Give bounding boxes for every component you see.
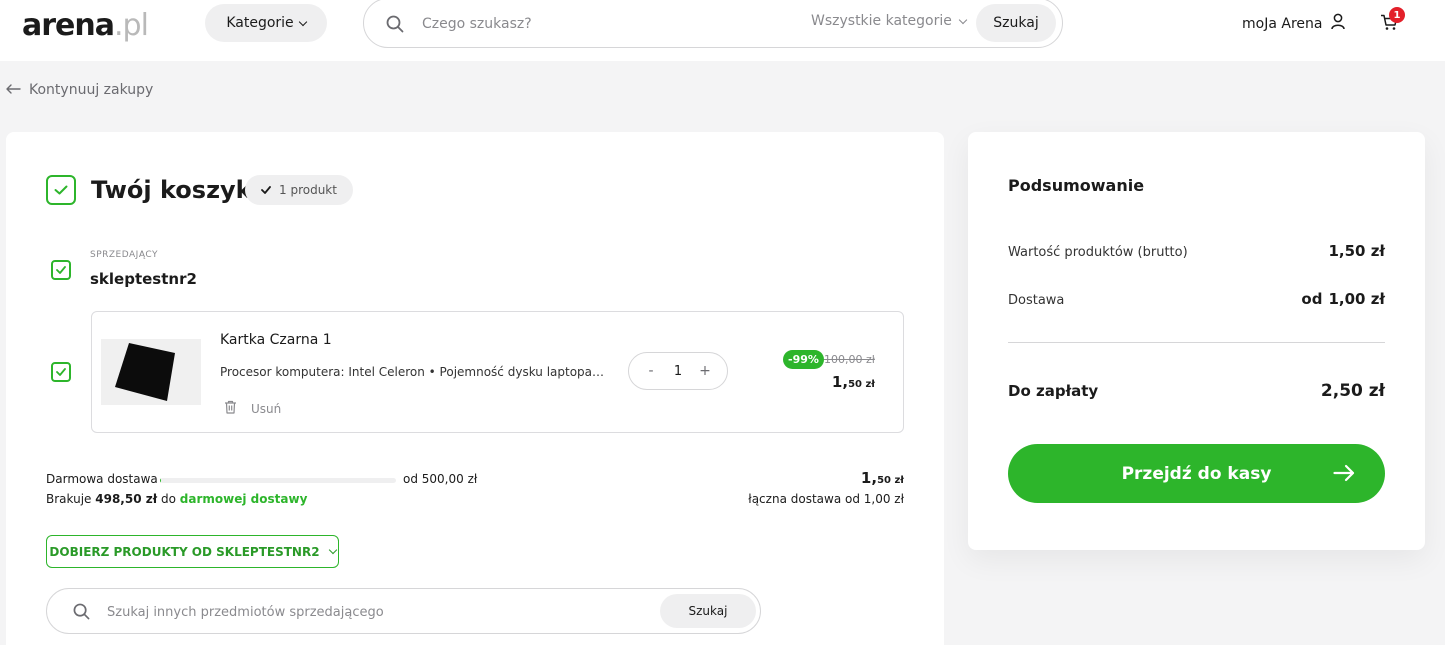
chevron-down-icon [958,15,968,24]
products-value: 1,50 zł [1328,242,1385,260]
missing-prefix: Brakuje [46,492,92,506]
categories-label: Kategorie [226,15,294,31]
seller-total-integer: 1, [860,469,878,487]
account-label: moJa Arena [1242,15,1323,32]
summary-divider [1008,342,1385,343]
price-decimal: 50 zł [848,379,875,390]
delivery-value: od 1,00 zł [1301,290,1385,308]
search-bar: Wszystkie kategorie Szukaj [363,0,1063,48]
select-all-checkbox[interactable] [46,175,76,205]
missing-amount-text: Brakuje 498,50 zł do darmowej dostawy [46,492,307,506]
trash-icon [224,400,237,417]
discount-badge: -99% [783,350,824,369]
progress-fill [160,478,161,483]
account-link[interactable]: moJa Arena [1242,13,1346,34]
chevron-down-icon [328,545,337,555]
checkout-button[interactable]: Przejdź do kasy [1008,444,1385,503]
recommend-products-button[interactable]: DOBIERZ PRODUKTY OD SKLEPTESTNR2 [46,535,339,568]
seller-shipping: łączna dostawa od 1,00 zł [748,492,904,506]
missing-middle: do [161,492,176,506]
product-checkbox[interactable] [51,362,71,382]
product-name[interactable]: Kartka Czarna 1 [220,332,332,348]
increase-quantity-button[interactable]: + [699,363,711,379]
seller-label: SPRZEDAJĄCY [90,250,158,260]
product-price: 1,50 zł [832,373,875,391]
arrow-right-icon [1333,464,1355,487]
seller-total-decimal: 50 zł [877,475,904,486]
delivery-amount: 1,00 zł [1328,290,1385,308]
total-value: 2,50 zł [1320,381,1385,401]
seller-search-button[interactable]: Szukaj [660,594,756,628]
checkout-label: Przejdź do kasy [1121,463,1272,484]
summary-title: Podsumowanie [1008,176,1145,195]
quantity-stepper: - 1 + [628,352,728,390]
arrow-left-icon [6,82,21,98]
cart-button[interactable]: 1 [1380,7,1405,35]
remove-label: Usuń [251,401,282,416]
chevron-down-icon [298,17,307,26]
cart-product-item: Kartka Czarna 1 Procesor komputera: Inte… [91,311,904,433]
free-shipping-progress [160,478,396,483]
product-count-label: 1 produkt [279,183,337,197]
all-categories-dropdown[interactable]: Wszystkie kategorie [811,13,968,29]
check-icon [261,183,271,197]
decrease-quantity-button[interactable]: - [645,363,657,379]
categories-button[interactable]: Kategorie [205,4,327,42]
search-icon [386,15,404,37]
top-header: arena.pl Kategorie Wszystkie kategorie S… [0,0,1445,61]
total-label: Do zapłaty [1008,382,1099,400]
total-row: Do zapłaty 2,50 zł [1008,381,1385,401]
products-value-row: Wartość produktów (brutto) 1,50 zł [1008,242,1385,260]
product-description: Procesor komputera: Intel Celeron • Poje… [220,365,605,379]
cart-panel: Twój koszyk 1 produkt SPRZEDAJĄCY sklept… [6,132,944,645]
product-count-badge: 1 produkt [245,175,353,205]
old-price: 100,00 zł [824,353,875,366]
free-shipping-label: Darmowa dostawa [46,472,158,486]
seller-total: 1,50 zł [861,469,904,487]
delivery-label: Dostawa [1008,293,1065,308]
remove-product-button[interactable]: Usuń [224,400,281,417]
search-icon [73,603,90,624]
product-image[interactable] [101,339,201,405]
summary-panel: Podsumowanie Wartość produktów (brutto) … [968,132,1425,550]
cart-count-badge: 1 [1389,7,1405,23]
continue-shopping-link[interactable]: Kontynuuj zakupy [6,82,153,98]
all-categories-label: Wszystkie kategorie [811,13,952,29]
logo-main: arena [22,8,115,43]
arena-logo[interactable]: arena. pl [22,8,149,43]
free-delivery-link[interactable]: darmowej dostawy [180,492,308,506]
search-input[interactable] [422,13,782,35]
seller-search-bar: Szukaj [46,588,761,634]
delivery-row: Dostawa od 1,00 zł [1008,290,1385,308]
recommend-products-label: DOBIERZ PRODUKTY OD SKLEPTESTNR2 [49,544,320,559]
free-shipping-threshold: od 500,00 zł [403,472,478,486]
seller-checkbox[interactable] [51,260,71,280]
cart-title: Twój koszyk [91,176,252,204]
user-icon [1331,13,1346,34]
price-integer: 1, [831,373,849,391]
products-value-label: Wartość produktów (brutto) [1008,245,1188,260]
logo-tld: pl [122,8,149,43]
search-button[interactable]: Szukaj [976,4,1056,42]
delivery-prefix: od [1301,290,1323,308]
seller-search-input[interactable] [107,601,627,623]
missing-amount: 498,50 zł [95,492,158,506]
continue-shopping-label: Kontynuuj zakupy [29,82,154,98]
seller-name[interactable]: skleptestnr2 [90,270,197,288]
quantity-value[interactable]: 1 [674,364,682,379]
logo-dot: . [114,8,123,43]
